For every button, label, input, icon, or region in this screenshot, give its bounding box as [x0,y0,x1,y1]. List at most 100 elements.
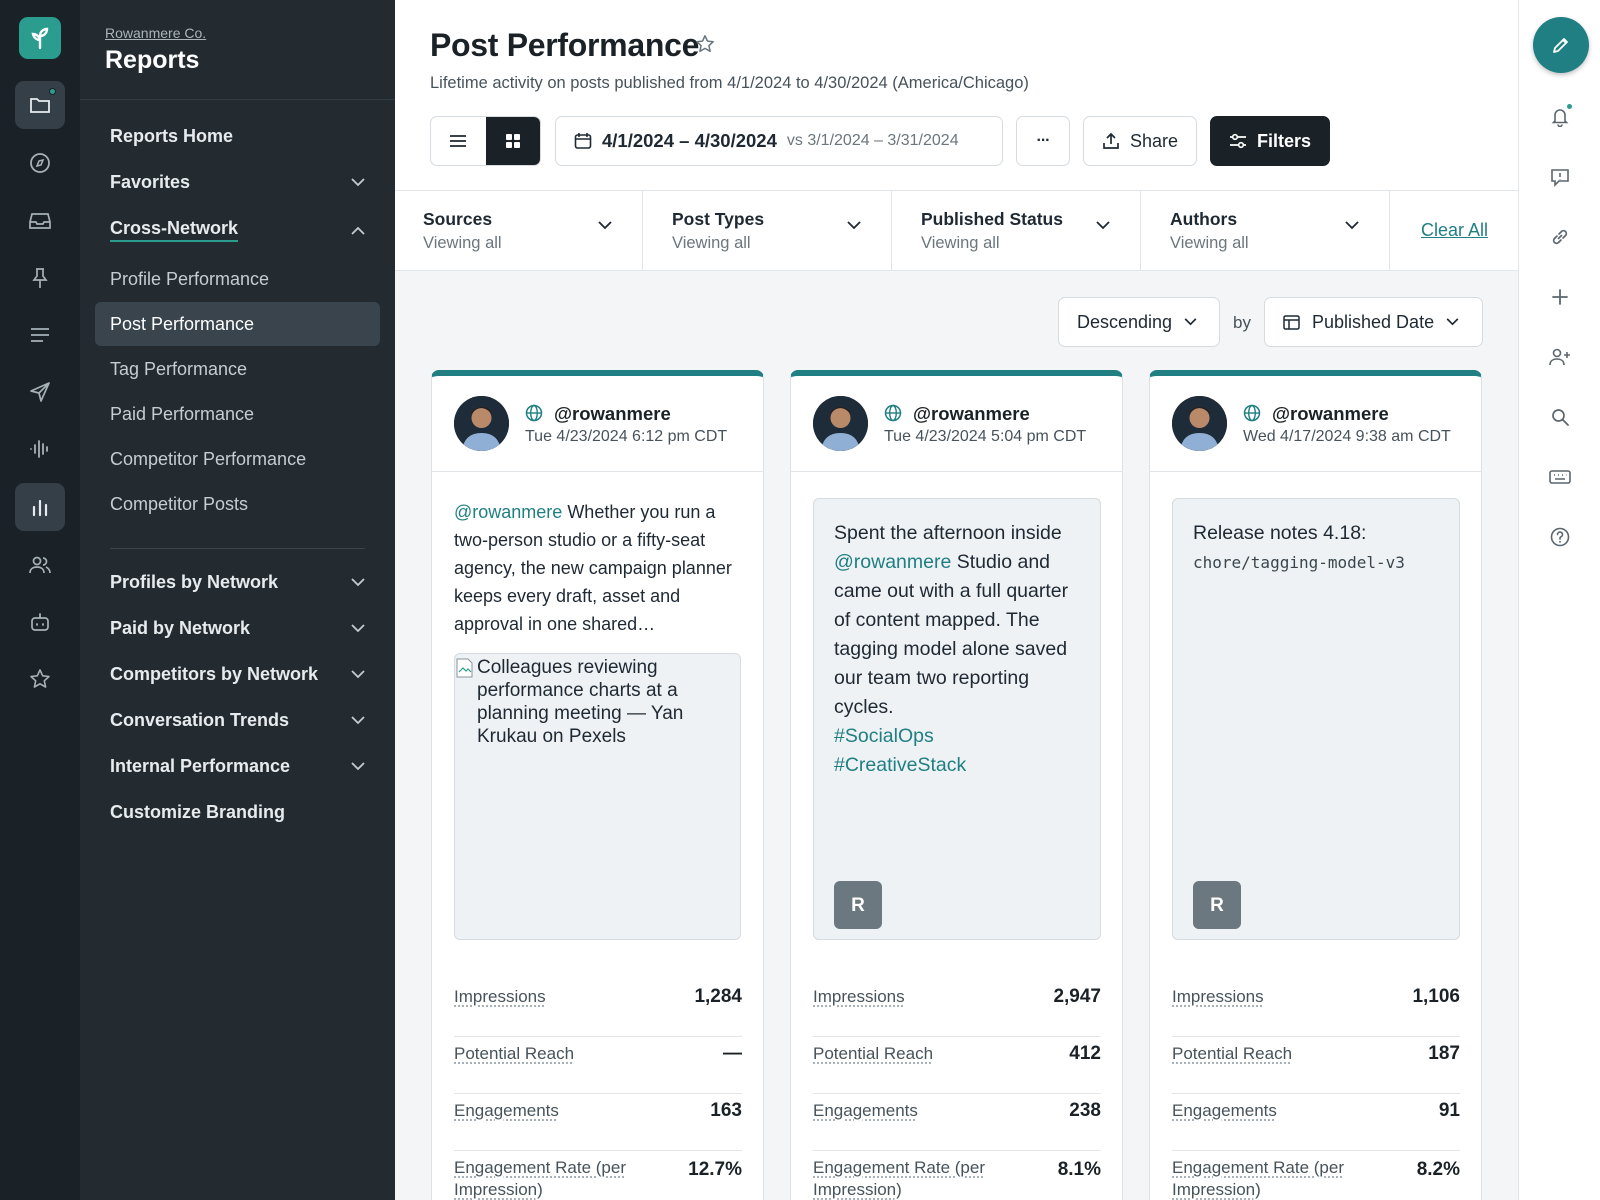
globe-icon [525,404,543,422]
post-handle[interactable]: @rowanmere [913,403,1030,425]
chevron-up-icon [351,226,365,235]
chevron-down-icon [351,178,365,187]
link-icon[interactable] [1545,222,1575,252]
nav-item-post-performance[interactable]: Post Performance [110,314,365,335]
nav-item-favorites[interactable]: Favorites [110,172,365,193]
post-time: Tue 4/23/2024 6:12 pm CDT [525,428,727,446]
nav-item-cross-network[interactable]: Cross-Network [110,218,365,242]
share-button[interactable]: Share [1083,116,1197,166]
filter-post-types[interactable]: Post Types Viewing all [644,191,892,271]
filter-authors[interactable]: Authors Viewing all [1142,191,1390,271]
hashtag-link[interactable]: #SocialOps [834,725,934,747]
hashtag-link[interactable]: #CreativeStack [834,754,966,776]
chevron-down-icon [1096,221,1110,230]
post-time: Tue 4/23/2024 5:04 pm CDT [884,428,1086,446]
pin-icon[interactable] [15,254,65,302]
nav-item-competitor-posts[interactable]: Competitor Posts [110,494,365,515]
nav-item-profiles-by-network[interactable]: Profiles by Network [110,572,365,593]
text-post-preview[interactable]: Release notes 4.18: chore/tagging-model-… [1172,498,1460,940]
filters-button[interactable]: Filters [1210,116,1330,166]
post-handle[interactable]: @rowanmere [1272,403,1389,425]
grid-view-button[interactable] [486,117,541,165]
right-rail [1518,0,1600,1200]
pencil-icon [1551,35,1571,55]
divider [80,99,395,100]
nav-item-customize-branding[interactable]: Customize Branding [110,802,365,823]
list-icon[interactable] [15,311,65,359]
star-icon[interactable] [15,655,65,703]
org-link[interactable]: Rowanmere Co. [105,25,206,41]
metric-engagements: Engagements 91 [1172,1094,1460,1151]
post-image[interactable]: Colleagues reviewing performance charts … [454,653,741,940]
clear-all-link[interactable]: Clear All [1421,220,1488,241]
post-card[interactable]: @rowanmere Wed 4/17/2024 9:38 am CDT Rel… [1149,370,1482,1200]
reports-nav: Rowanmere Co. Reports Reports Home Favor… [80,0,395,1200]
page-subtitle: Lifetime activity on posts published fro… [430,74,1029,93]
chevron-down-icon [351,578,365,587]
divider [432,471,763,472]
search-icon[interactable] [1545,402,1575,432]
filter-bar: Sources Viewing all Post Types Viewing a… [395,190,1518,271]
text-post-preview[interactable]: Spent the afternoon inside @rowanmere St… [813,498,1101,940]
favorite-star-icon[interactable] [695,34,715,59]
code-snippet: chore/tagging-model-v3 [1193,553,1405,572]
sort-order-select[interactable]: Descending [1058,297,1220,347]
more-options-button[interactable]: ··· [1016,116,1070,166]
metric-impressions: Impressions 1,106 [1172,980,1460,1037]
logo-icon[interactable] [19,17,61,59]
globe-icon [1243,404,1261,422]
upload-icon [1102,132,1120,150]
author-badge: R [834,881,882,929]
nav-item-competitor-performance[interactable]: Competitor Performance [110,449,365,470]
keyboard-icon[interactable] [1545,462,1575,492]
table-icon [1283,315,1300,330]
sort-by-label: by [1233,313,1251,333]
compass-icon[interactable] [15,139,65,187]
page-title: Post Performance [430,27,699,64]
feedback-icon[interactable] [1545,162,1575,192]
notification-dot [49,88,56,95]
date-range: 4/1/2024 – 4/30/2024 [602,130,777,152]
nav-item-reports-home[interactable]: Reports Home [110,126,365,147]
help-icon[interactable] [1545,522,1575,552]
bell-icon[interactable] [1545,102,1575,132]
people-icon[interactable] [15,541,65,589]
mention-link[interactable]: @rowanmere [454,502,562,522]
nav-item-internal-performance[interactable]: Internal Performance [110,756,365,777]
plus-icon[interactable] [1545,282,1575,312]
waveform-icon[interactable] [15,425,65,473]
view-toggle [430,116,541,166]
bar-chart-icon[interactable] [15,483,65,531]
inbox-icon[interactable] [15,197,65,245]
nav-item-paid-performance[interactable]: Paid Performance [110,404,365,425]
avatar [813,396,868,451]
nav-item-tag-performance[interactable]: Tag Performance [110,359,365,380]
nav-item-competitors-by-network[interactable]: Competitors by Network [110,664,365,685]
nav-item-profile-performance[interactable]: Profile Performance [110,269,365,290]
post-card[interactable]: @rowanmere Tue 4/23/2024 5:04 pm CDT Spe… [790,370,1123,1200]
folder-icon[interactable] [15,81,65,129]
compare-range: vs 3/1/2024 – 3/31/2024 [787,132,959,150]
sort-field-select[interactable]: Published Date [1264,297,1483,347]
list-view-button[interactable] [431,117,486,165]
nav-item-conversation-trends[interactable]: Conversation Trends [110,710,365,731]
post-card[interactable]: @rowanmere Tue 4/23/2024 6:12 pm CDT @ro… [431,370,764,1200]
date-range-picker[interactable]: 4/1/2024 – 4/30/2024 vs 3/1/2024 – 3/31/… [555,116,1003,166]
filter-sources[interactable]: Sources Viewing all [395,191,643,271]
avatar [1172,396,1227,451]
post-handle[interactable]: @rowanmere [554,403,671,425]
chevron-down-icon [598,221,612,230]
mention-link[interactable]: @rowanmere [834,551,951,573]
metric-potential-reach: Potential Reach 412 [813,1037,1101,1094]
add-user-icon[interactable] [1545,342,1575,372]
filter-published-status[interactable]: Published Status Viewing all [893,191,1141,271]
sliders-icon [1229,133,1247,149]
calendar-icon [574,132,592,150]
bot-icon[interactable] [15,598,65,646]
send-icon[interactable] [15,368,65,416]
author-badge: R [1193,881,1241,929]
metric-engagements: Engagements 163 [454,1094,742,1151]
nav-item-paid-by-network[interactable]: Paid by Network [110,618,365,639]
compose-button[interactable] [1533,17,1589,73]
list-icon [449,134,467,148]
